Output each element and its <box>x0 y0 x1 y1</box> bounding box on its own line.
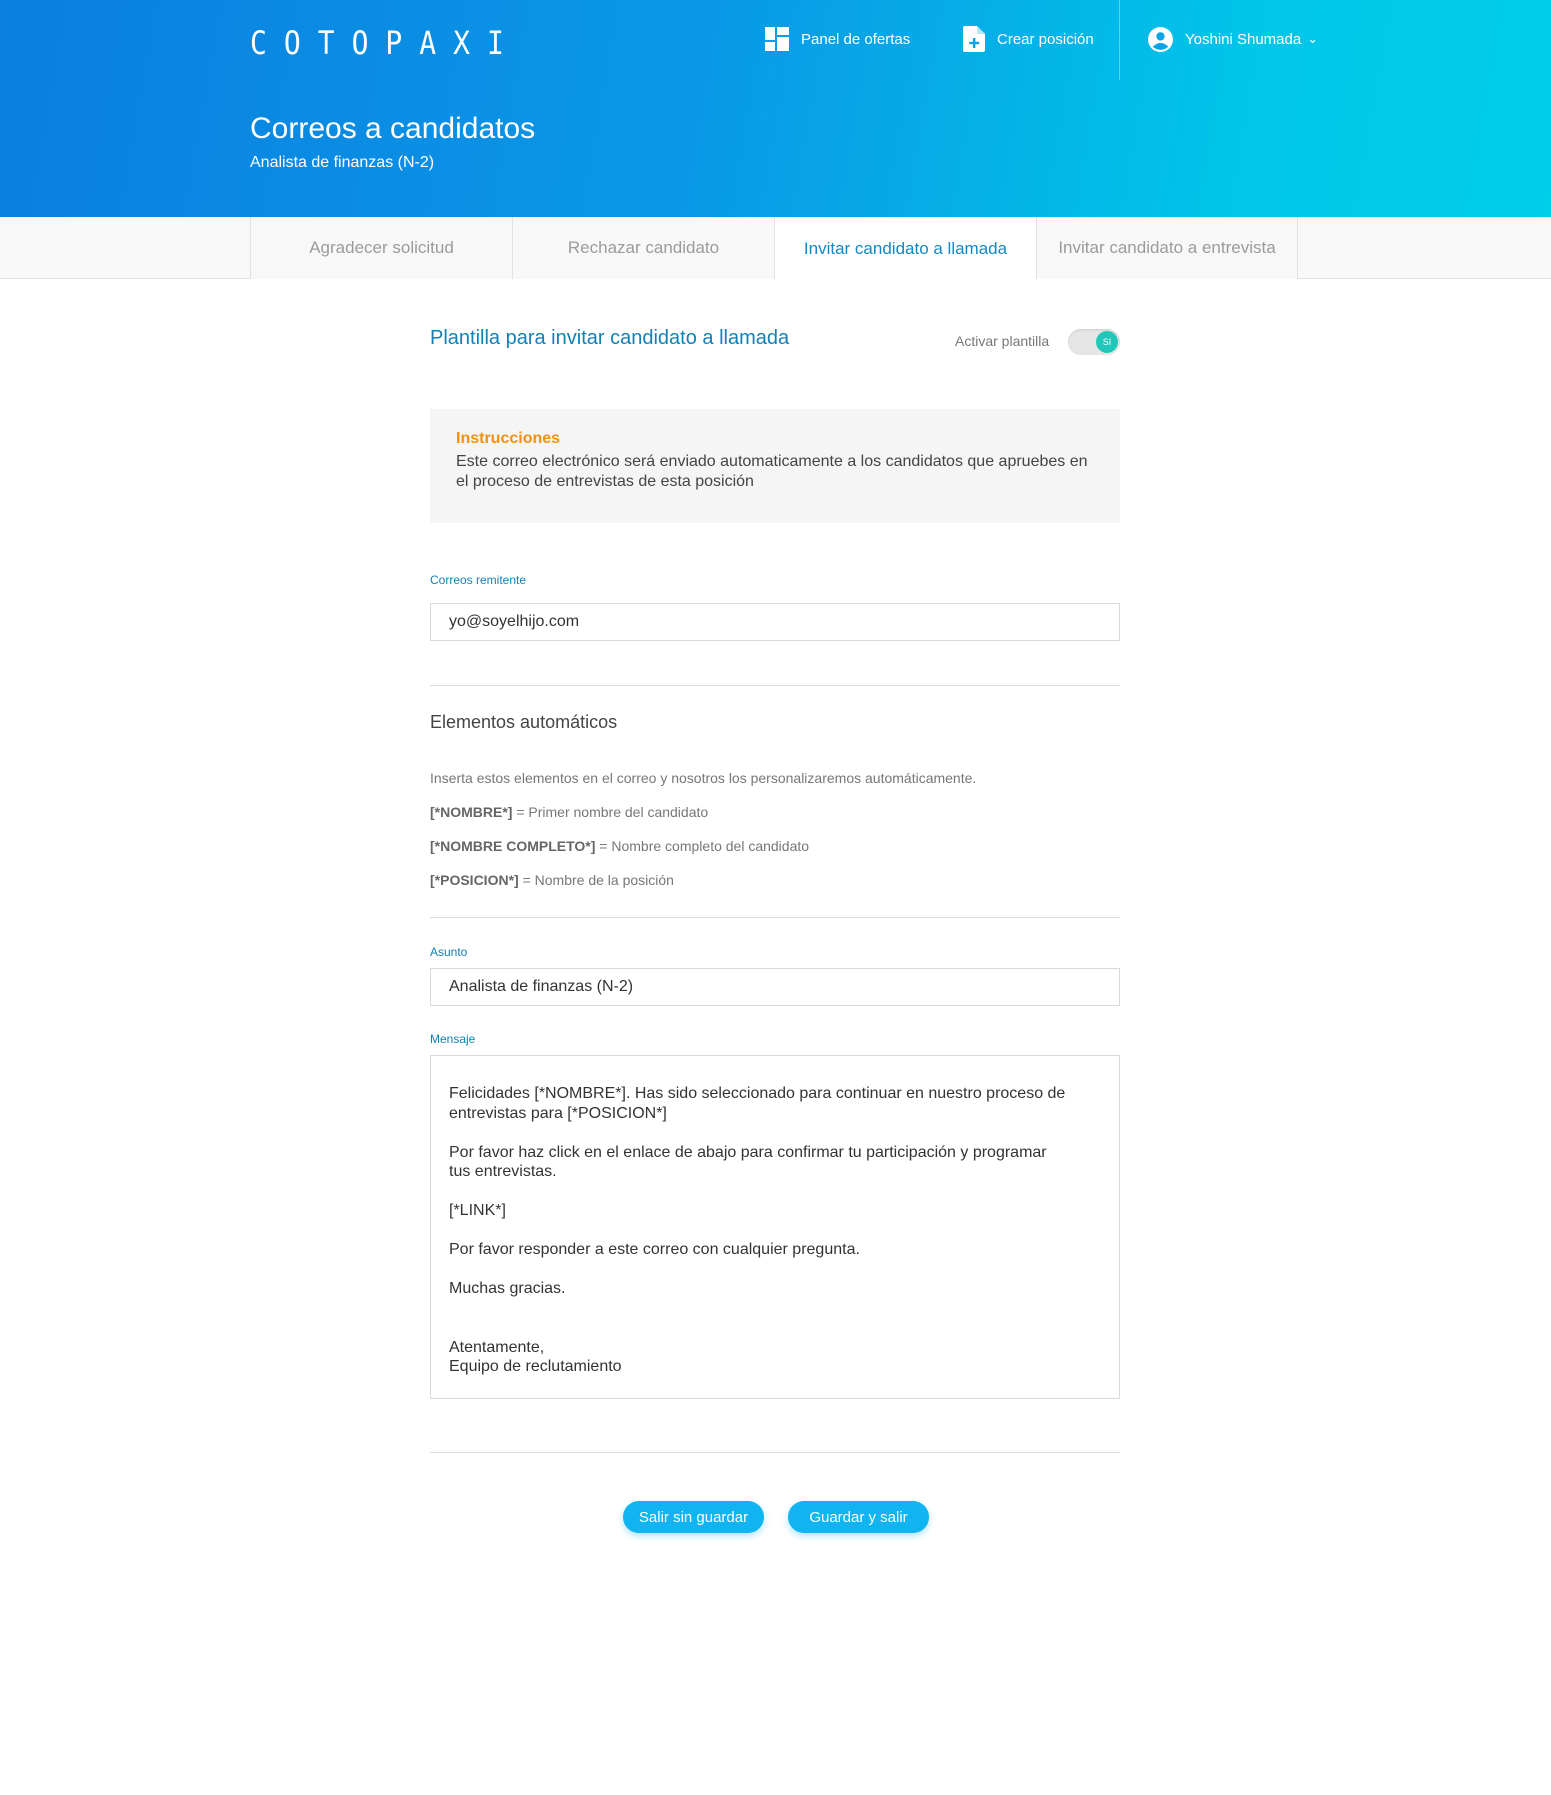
divider <box>430 1452 1120 1453</box>
user-name: Yoshini Shumada <box>1185 30 1302 48</box>
page-subtitle: Analista de finanzas (N-2) <box>250 154 435 171</box>
exit-without-saving-button[interactable]: Salir sin guardar <box>623 1501 764 1533</box>
add-document-icon <box>963 26 985 52</box>
instructions-title: Instrucciones <box>456 430 561 447</box>
nav-crear-label: Crear posición <box>997 30 1094 48</box>
auto-elements-title: Elementos automáticos <box>430 712 618 732</box>
auto-element-item: [*POSICION*] = Nombre de la posición <box>430 872 674 888</box>
auto-element-desc: = Primer nombre del candidato <box>512 804 709 820</box>
tab-invitar-entrevista[interactable]: Invitar candidato a entrevista <box>1036 217 1298 279</box>
dashboard-icon <box>765 27 789 51</box>
user-menu[interactable]: Yoshini Shumada ⌄ <box>1148 22 1318 56</box>
toggle-knob: SI <box>1096 331 1118 353</box>
auto-element-tag: [*NOMBRE COMPLETO*] <box>430 838 596 854</box>
instructions-box: Instrucciones Este correo electrónico se… <box>430 409 1120 523</box>
activate-template-toggle[interactable]: SI <box>1068 329 1120 355</box>
cotopaxi-logo[interactable]: COTOPAXI <box>250 24 521 62</box>
auto-elements-intro: Inserta estos elementos en el correo y n… <box>430 770 977 786</box>
nav-panel-label: Panel de ofertas <box>801 30 911 48</box>
divider <box>430 685 1120 686</box>
auto-element-tag: [*POSICION*] <box>430 872 519 888</box>
nav-panel-de-ofertas[interactable]: Panel de ofertas <box>765 22 910 56</box>
template-title: Plantilla para invitar candidato a llama… <box>430 327 790 349</box>
message-textarea[interactable]: Felicidades [*NOMBRE*]. Has sido selecci… <box>430 1055 1120 1399</box>
sender-label: Correos remitente <box>430 573 527 587</box>
auto-element-item: [*NOMBRE COMPLETO*] = Nombre completo de… <box>430 838 809 854</box>
tabs-bar: Agradecer solicitud Rechazar candidato I… <box>0 217 1551 280</box>
subject-input[interactable] <box>430 968 1120 1006</box>
message-label: Mensaje <box>430 1032 476 1046</box>
tab-agradecer-solicitud[interactable]: Agradecer solicitud <box>250 217 512 279</box>
user-avatar-icon <box>1148 26 1173 52</box>
auto-element-desc: = Nombre de la posición <box>518 872 674 888</box>
instructions-body: Este correo electrónico será enviado aut… <box>456 453 1088 490</box>
nav-crear-posicion[interactable]: Crear posición <box>963 22 1094 56</box>
auto-element-desc: = Nombre completo del candidato <box>595 838 810 854</box>
page-title: Correos a candidatos <box>250 112 536 145</box>
tab-invitar-llamada[interactable]: Invitar candidato a llamada <box>774 217 1036 280</box>
auto-element-item: [*NOMBRE*] = Primer nombre del candidato <box>430 804 708 820</box>
auto-element-tag: [*NOMBRE*] <box>430 804 513 820</box>
page-header: COTOPAXI Panel de ofertas Crear posición <box>0 0 1551 217</box>
chevron-down-icon: ⌄ <box>1307 31 1319 46</box>
sender-email-input[interactable] <box>430 603 1120 641</box>
tab-rechazar-candidato[interactable]: Rechazar candidato <box>512 217 774 279</box>
toggle-label: Activar plantilla <box>955 333 1050 349</box>
subject-label: Asunto <box>430 945 468 959</box>
save-and-exit-button[interactable]: Guardar y salir <box>788 1501 929 1533</box>
nav-divider <box>1119 0 1120 80</box>
divider <box>430 917 1120 918</box>
